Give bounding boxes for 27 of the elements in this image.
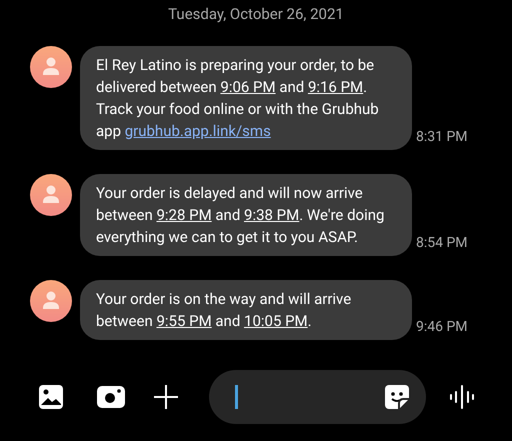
message-time: 9:46 PM [416, 318, 468, 336]
sticker-icon[interactable] [384, 384, 410, 410]
message-bubble: El Rey Latino is preparing your order, to be delivered between 9:06 PM and 9:16 PM. Track your food online or with the Grubhub app grubhub.app.link/sms [80, 46, 412, 150]
camera-icon [97, 386, 125, 408]
avatar-icon [30, 174, 72, 216]
url-link[interactable]: grubhub.app.link/sms [124, 122, 271, 140]
text-cursor [235, 385, 238, 409]
plus-icon [153, 384, 179, 410]
image-icon [38, 384, 64, 410]
time-link[interactable]: 9:16 PM [308, 78, 364, 96]
waveform-icon [449, 384, 475, 410]
voice-button[interactable] [448, 383, 476, 411]
date-header: Tuesday, October 26, 2021 [168, 4, 344, 25]
message-time: 8:54 PM [416, 234, 468, 252]
time-link[interactable]: 10:05 PM [244, 312, 308, 330]
time-link[interactable]: 9:38 PM [244, 206, 300, 224]
gallery-button[interactable] [37, 383, 65, 411]
message-bubble: Your order is on the way and will arrive between 9:55 PM and 10:05 PM. [80, 280, 412, 340]
message-bubble: Your order is delayed and will now arrive between 9:28 PM and 9:38 PM. We're doing everything we can to get it to you ASAP. [80, 174, 412, 256]
camera-button[interactable] [96, 383, 126, 411]
time-link[interactable]: 9:55 PM [156, 312, 212, 330]
time-link[interactable]: 9:06 PM [220, 78, 276, 96]
avatar-icon [30, 46, 72, 88]
avatar-icon [30, 280, 72, 322]
message-time: 8:31 PM [416, 128, 468, 146]
add-button[interactable] [151, 382, 181, 412]
time-link[interactable]: 9:28 PM [156, 206, 212, 224]
